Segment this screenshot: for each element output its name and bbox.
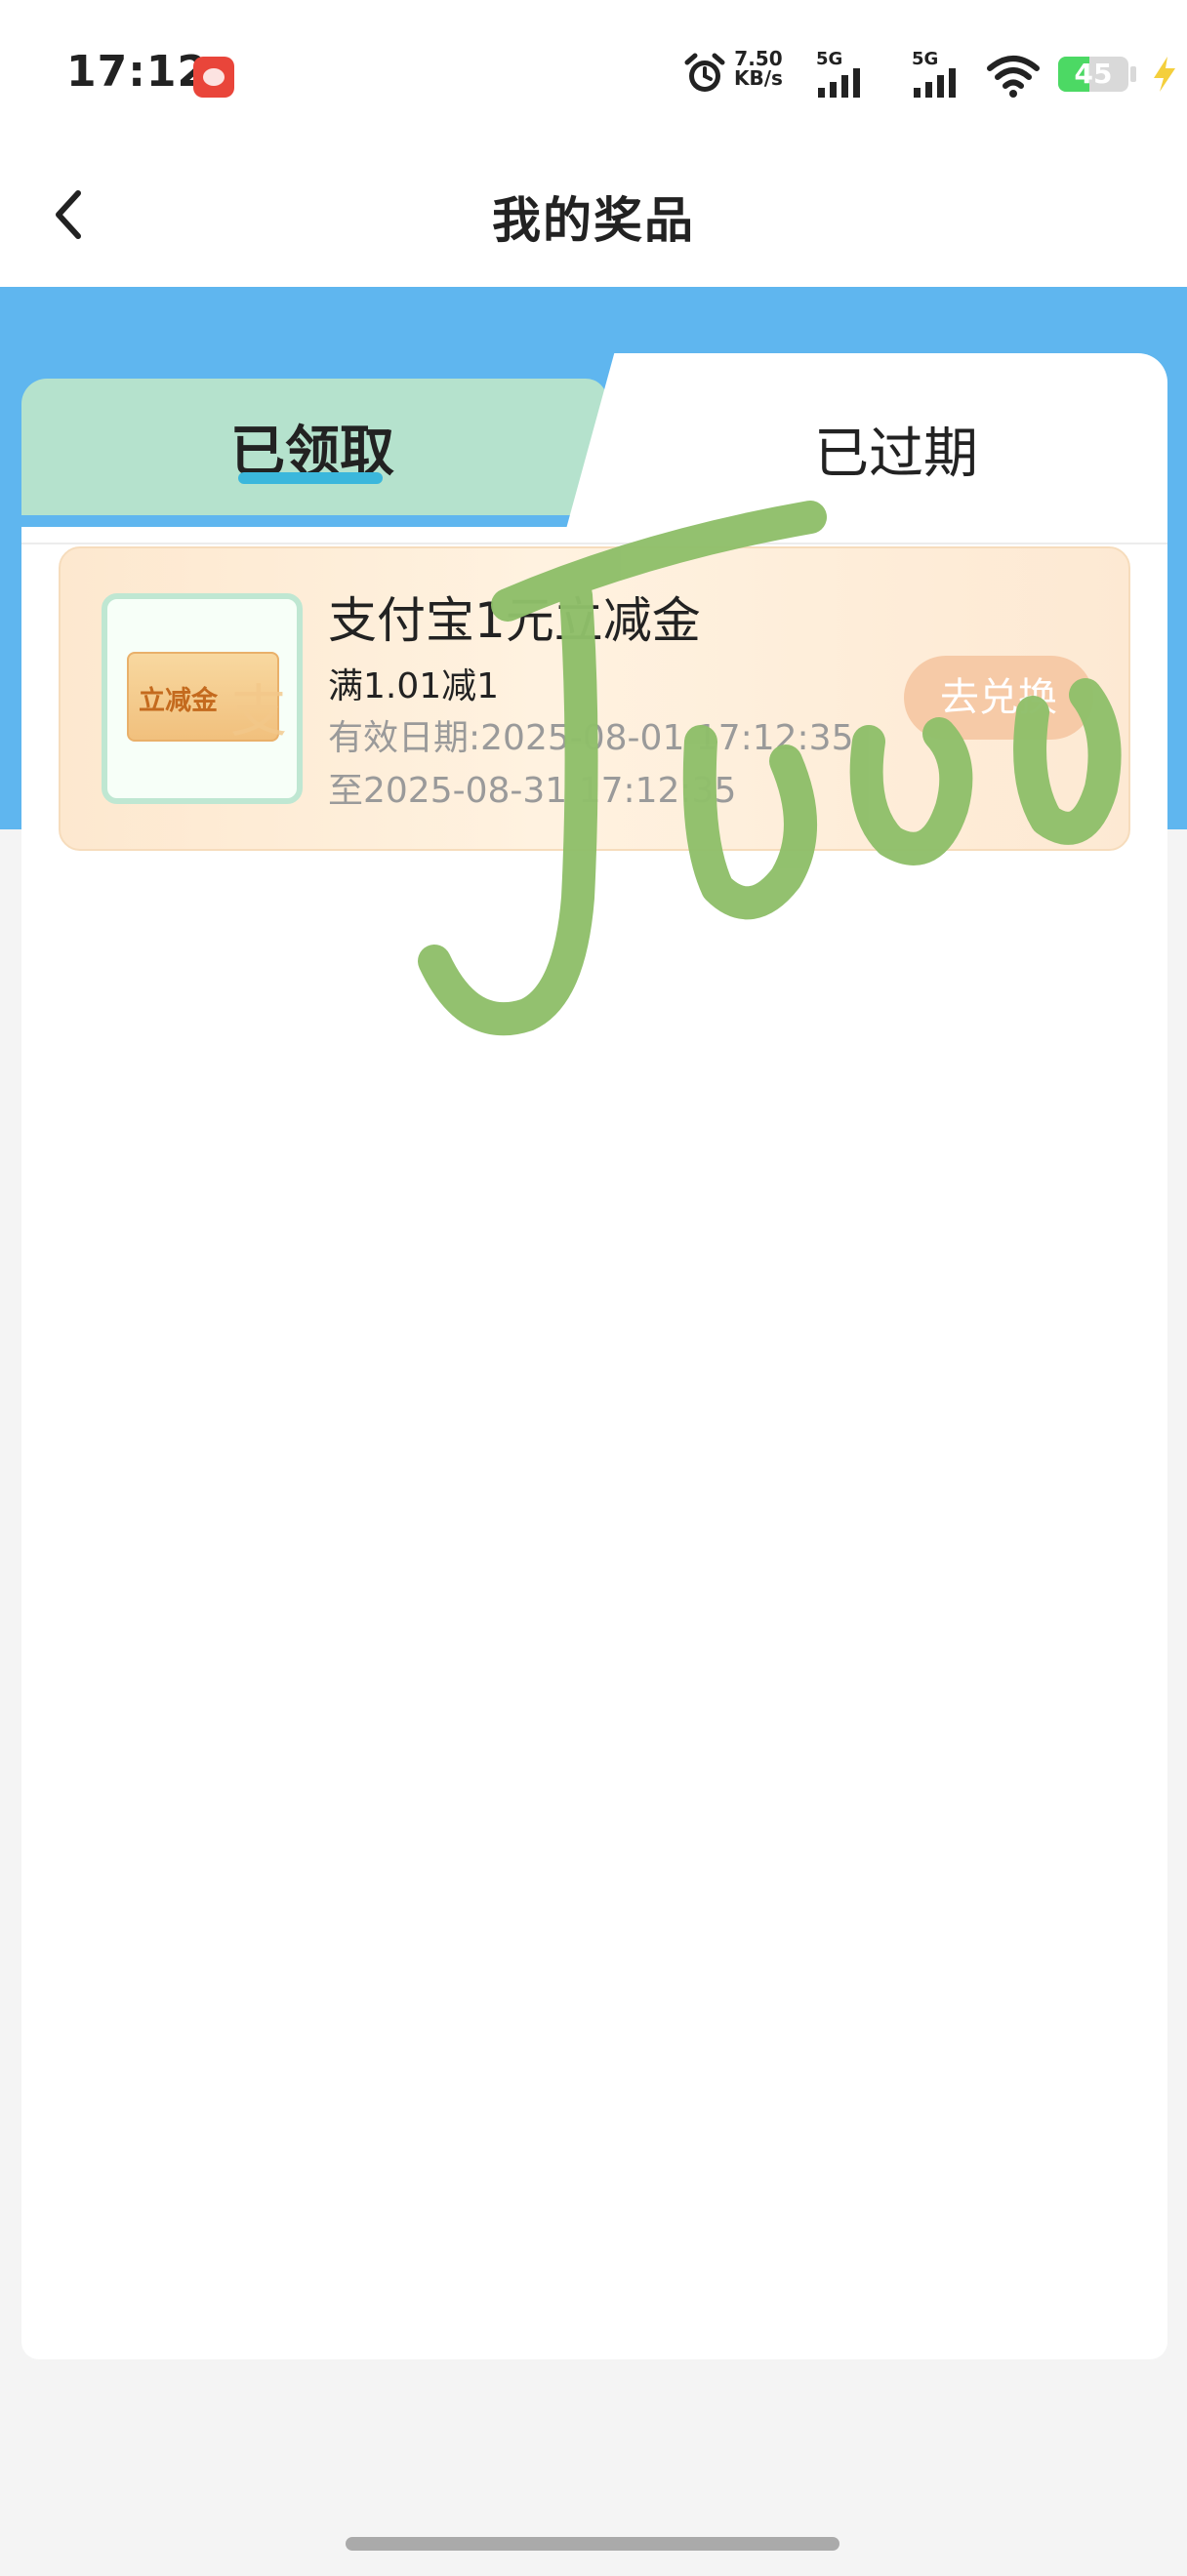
network-speed-unit: KB/s (734, 66, 783, 90)
tab-divider (21, 543, 1167, 544)
tab-received[interactable]: 已领取 (21, 379, 607, 515)
alarm-icon (684, 53, 725, 92)
valid-to: 至2025-08-31 17:12:35 (328, 771, 737, 811)
page-title: 我的奖品 (492, 192, 695, 249)
signal-icon (818, 68, 860, 98)
prize-thumbnail: 立减金 支 (102, 593, 303, 804)
sim2-label: 5G (912, 49, 939, 69)
app-notification-icon (193, 57, 234, 98)
coupon-icon: 立减金 支 (127, 652, 287, 745)
network-speed-value: 7.50 (734, 47, 783, 70)
battery-tip (1130, 66, 1136, 82)
sim1-label: 5G (816, 49, 843, 69)
prize-name: 支付宝1元立减金 (328, 592, 701, 649)
prize-rule: 满1.01减1 (328, 666, 500, 706)
status-icons: 7.50 KB/s 5G 5G 45 (640, 43, 1187, 101)
tab-expired[interactable]: 已过期 (566, 353, 1167, 529)
tab-label: 已过期 (814, 423, 978, 486)
network-speed: 7.50 KB/s (734, 49, 783, 88)
battery-level: 45 (1074, 58, 1113, 90)
redeem-button[interactable]: 去兑换 (904, 656, 1093, 740)
home-indicator[interactable] (346, 2537, 839, 2551)
battery-icon: 45 (1058, 57, 1128, 92)
prize-validity: 有效日期:2025-08-01 17:12:35 至2025-08-31 17:… (328, 712, 853, 818)
signal-icon (914, 68, 956, 98)
status-time: 17:12 (66, 47, 209, 97)
prize-item[interactable]: 立减金 支 支付宝1元立减金 满1.01减1 有效日期:2025-08-01 1… (59, 546, 1130, 851)
tab-active-indicator (238, 472, 383, 484)
charging-icon (1154, 57, 1175, 92)
alipay-mark: 支 (229, 678, 287, 745)
coupon-label: 立减金 (139, 686, 218, 716)
nav-bar: 我的奖品 (0, 146, 1187, 287)
screen: 17:12 7.50 KB/s 5G 5G 45 我的奖品 已领取 已过期 立减… (0, 0, 1187, 2576)
status-bar: 17:12 7.50 KB/s 5G 5G 45 (0, 0, 1187, 146)
wifi-icon (987, 56, 1040, 98)
valid-from: 有效日期:2025-08-01 17:12:35 (328, 718, 854, 758)
